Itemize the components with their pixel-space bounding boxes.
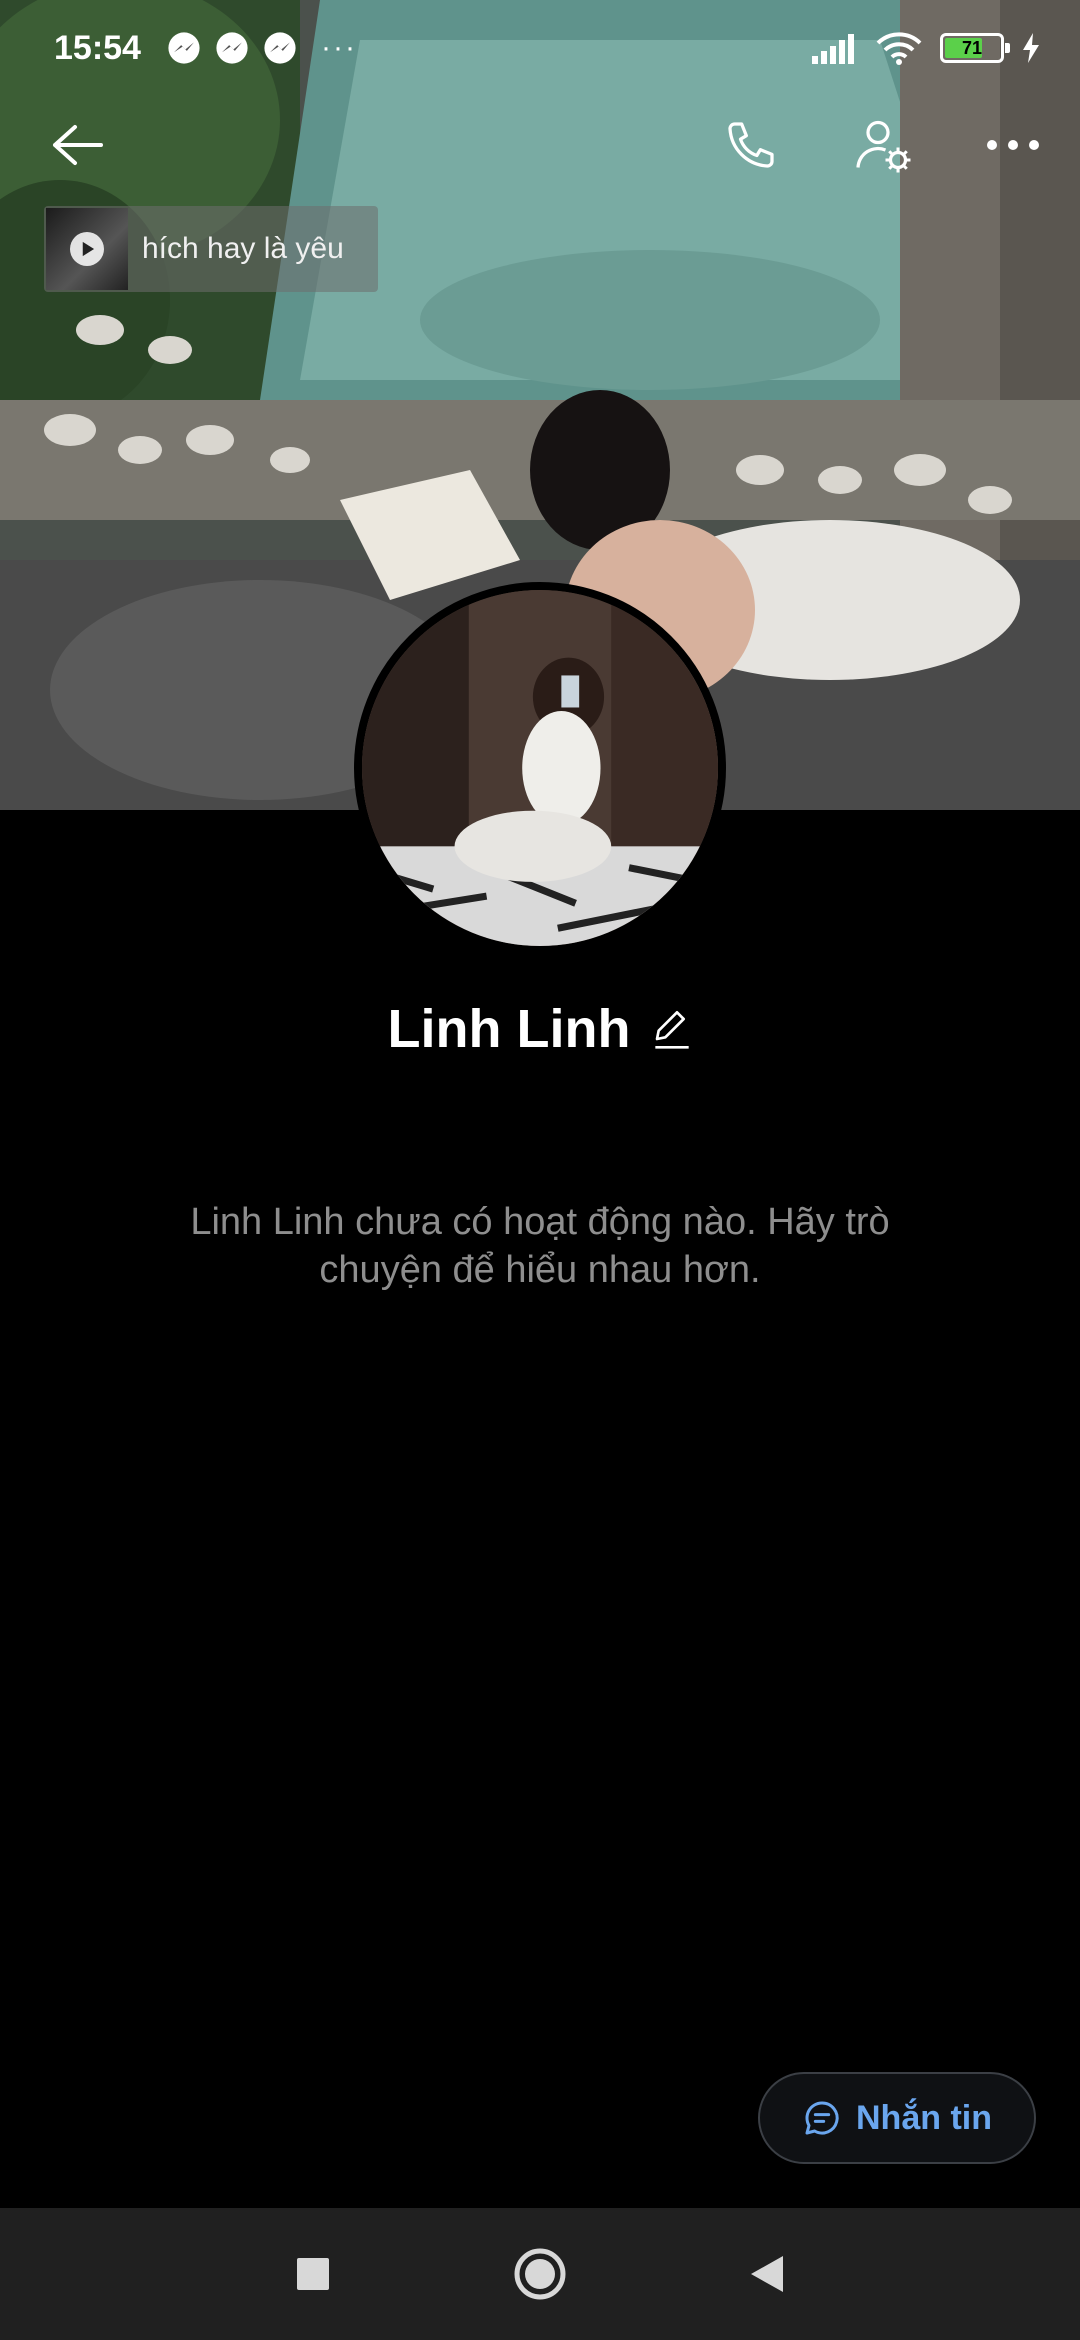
profile-settings-button[interactable] [838,100,928,190]
recents-button[interactable] [268,2229,358,2319]
profile-toolbar [0,100,1080,190]
status-left: 15:54 ··· [54,29,357,68]
send-message-button[interactable]: Nhắn tin [758,2072,1036,2164]
wifi-icon [876,32,922,65]
triangle-back-icon [750,2256,783,2292]
battery-level: 71 [961,37,983,58]
arrow-left-icon [53,125,103,165]
send-message-label: Nhắn tin [856,2098,992,2137]
home-circle-icon [514,2248,566,2300]
messenger-icon [216,32,248,64]
back-nav-button[interactable] [722,2229,812,2319]
avatar-image [362,590,718,946]
album-art [46,208,128,290]
chat-bubble-icon [805,2101,839,2135]
home-button[interactable] [495,2229,585,2319]
more-horizontal-icon [987,140,1039,150]
avatar[interactable] [354,582,726,954]
more-options-button[interactable] [968,100,1058,190]
messenger-icon [264,32,296,64]
status-right: 71 [810,31,1040,65]
empty-activity-message: Linh Linh chưa có hoạt động nào. Hãy trò… [190,1201,890,1291]
signal-icon [812,34,854,64]
edit-pencil-icon[interactable] [652,1007,692,1051]
user-settings-icon [856,120,911,173]
music-title: hích hay là yêu [142,232,344,265]
back-button[interactable] [32,100,122,190]
profile-name: Linh Linh [387,999,631,1059]
play-icon[interactable] [70,232,104,266]
messenger-icon [168,32,200,64]
profile-music[interactable]: hích hay là yêu [44,206,378,292]
charging-icon [1023,33,1039,63]
square-icon [297,2258,330,2290]
call-button[interactable] [706,100,796,190]
system-navigation-bar [0,2208,1080,2340]
phone-icon [728,122,774,168]
battery-indicator: 71 [940,33,1010,63]
status-time: 15:54 [54,28,141,67]
status-bar: 15:54 ··· 71 [0,0,1080,96]
profile-name-row: Linh Linh [0,998,1080,1060]
more-notifications-indicator: ··· [320,31,357,64]
